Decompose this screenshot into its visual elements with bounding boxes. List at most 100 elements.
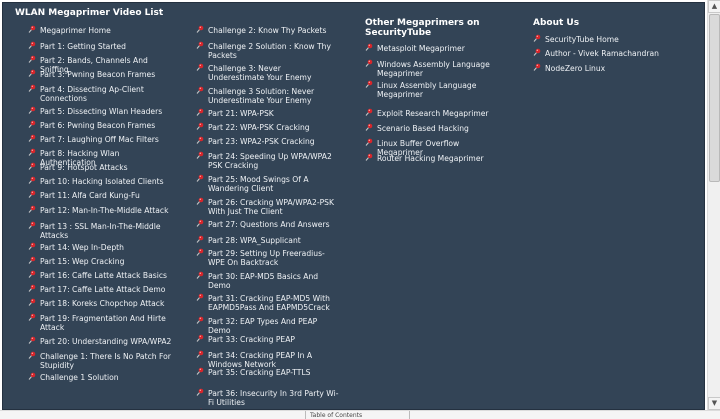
list-item[interactable]: Part 11: Alfa Card Kung-Fu — [28, 190, 173, 201]
list-item-link[interactable]: Part 33: Cracking PEAP — [208, 335, 295, 344]
list-item-link[interactable]: Part 26: Cracking WPA/WPA2-PSK With Just… — [208, 198, 334, 216]
list-item[interactable]: Part 24: Speeding Up WPA/WPA2 PSK Cracki… — [196, 151, 339, 170]
list-item[interactable]: Megaprimer Home — [28, 25, 173, 36]
list-item-link[interactable]: Challenge 2: Know Thy Packets — [208, 26, 326, 35]
list-item-link[interactable]: Challenge 2 Solution : Know Thy Packets — [208, 42, 331, 60]
list-item[interactable]: Part 3: Pwning Beacon Frames — [28, 69, 173, 80]
list-item[interactable]: Part 15: Wep Cracking — [28, 256, 173, 267]
list-item-link[interactable]: Part 11: Alfa Card Kung-Fu — [40, 191, 140, 200]
list-item[interactable]: Part 29: Setting Up Freeradius-WPE On Ba… — [196, 248, 339, 267]
list-item[interactable]: SecurityTube Home — [533, 34, 663, 45]
list-item-link[interactable]: Part 6: Pwning Beacon Frames — [40, 121, 155, 130]
list-item[interactable]: Challenge 1 Solution — [28, 372, 173, 383]
list-item[interactable]: Part 18: Koreks Chopchop Attack — [28, 298, 173, 309]
list-item-link[interactable]: Router Hacking Megaprimer — [377, 154, 484, 163]
list-item[interactable]: Part 14: Wep In-Depth — [28, 242, 173, 253]
list-item[interactable]: Part 27: Questions And Answers — [196, 219, 339, 230]
list-item[interactable]: Part 21: WPA-PSK — [196, 108, 339, 119]
list-item[interactable]: Challenge 2 Solution : Know Thy Packets — [196, 41, 339, 60]
list-item[interactable]: Part 34: Cracking PEAP In A Windows Netw… — [196, 350, 339, 369]
list-item[interactable]: Router Hacking Megaprimer — [365, 153, 493, 164]
list-item-link[interactable]: Part 29: Setting Up Freeradius-WPE On Ba… — [208, 249, 325, 267]
list-item-link[interactable]: Part 15: Wep Cracking — [40, 257, 124, 266]
list-item[interactable]: Part 31: Cracking EAP-MD5 With EAPMD5Pas… — [196, 293, 339, 312]
list-item[interactable]: Part 36: Insecurity In 3rd Party Wi-Fi U… — [196, 388, 339, 407]
list-item-link[interactable]: Part 17: Caffe Latte Attack Demo — [40, 285, 165, 294]
list-item[interactable]: Part 22: WPA-PSK Cracking — [196, 122, 339, 133]
list-item-link[interactable]: Part 13 : SSL Man-In-The-Middle Attacks — [40, 222, 161, 240]
list-item-link[interactable]: Linux Assembly Language Megaprimer — [377, 81, 476, 99]
list-item[interactable]: Part 9: Hotspot Attacks — [28, 162, 173, 173]
list-item[interactable]: Part 17: Caffe Latte Attack Demo — [28, 284, 173, 295]
list-item[interactable]: Part 1: Getting Started — [28, 41, 173, 52]
list-item[interactable]: Author - Vivek Ramachandran — [533, 48, 663, 59]
list-item[interactable]: Part 26: Cracking WPA/WPA2-PSK With Just… — [196, 197, 339, 216]
list-item[interactable]: Part 23: WPA2-PSK Cracking — [196, 136, 339, 147]
list-item[interactable]: Part 28: WPA_Supplicant — [196, 235, 339, 246]
list-item-link[interactable]: Challenge 3: Never Underestimate Your En… — [208, 64, 311, 82]
list-item-link[interactable]: Part 16: Caffe Latte Attack Basics — [40, 271, 167, 280]
list-item-link[interactable]: Megaprimer Home — [40, 26, 111, 35]
list-item-link[interactable]: Part 10: Hacking Isolated Clients — [40, 177, 164, 186]
list-item-link[interactable]: Challenge 1: There Is No Patch For Stupi… — [40, 352, 171, 370]
list-item[interactable]: Challenge 1: There Is No Patch For Stupi… — [28, 351, 173, 370]
list-item-link[interactable]: Part 7: Laughing Off Mac Filters — [40, 135, 159, 144]
list-item[interactable]: Part 12: Man-In-The-Middle Attack — [28, 205, 173, 216]
list-item-link[interactable]: SecurityTube Home — [545, 35, 619, 44]
list-item[interactable]: Metasploit Megaprimer — [365, 43, 493, 54]
list-item-link[interactable]: Part 24: Speeding Up WPA/WPA2 PSK Cracki… — [208, 152, 332, 170]
list-item-link[interactable]: Part 1: Getting Started — [40, 42, 126, 51]
list-item-link[interactable]: Metasploit Megaprimer — [377, 44, 465, 53]
list-item[interactable]: Part 10: Hacking Isolated Clients — [28, 176, 173, 187]
list-item[interactable]: Challenge 2: Know Thy Packets — [196, 25, 339, 36]
list-item[interactable]: Part 19: Fragmentation And Hirte Attack — [28, 313, 173, 332]
scrollbar-thumb[interactable] — [709, 14, 720, 182]
list-item[interactable]: Part 16: Caffe Latte Attack Basics — [28, 270, 173, 281]
list-item[interactable]: Part 33: Cracking PEAP — [196, 334, 339, 345]
list-item[interactable]: Part 7: Laughing Off Mac Filters — [28, 134, 173, 145]
list-item-link[interactable]: Part 18: Koreks Chopchop Attack — [40, 299, 164, 308]
list-item-link[interactable]: Part 35: Cracking EAP-TTLS — [208, 368, 311, 377]
list-item[interactable]: Part 30: EAP-MD5 Basics And Demo — [196, 271, 339, 290]
list-item-link[interactable]: Part 23: WPA2-PSK Cracking — [208, 137, 315, 146]
list-item-link[interactable]: Scenario Based Hacking — [377, 124, 469, 133]
list-item-link[interactable]: NodeZero Linux — [545, 64, 605, 73]
list-item[interactable]: Part 6: Pwning Beacon Frames — [28, 120, 173, 131]
list-item[interactable]: Linux Assembly Language Megaprimer — [365, 80, 493, 99]
list-item[interactable]: Exploit Research Megaprimer — [365, 108, 493, 119]
list-item-link[interactable]: Part 3: Pwning Beacon Frames — [40, 70, 155, 79]
list-item[interactable]: Windows Assembly Language Megaprimer — [365, 59, 493, 78]
list-item-link[interactable]: Part 28: WPA_Supplicant — [208, 236, 301, 245]
list-item-link[interactable]: Part 27: Questions And Answers — [208, 220, 330, 229]
list-item-link[interactable]: Part 31: Cracking EAP-MD5 With EAPMD5Pas… — [208, 294, 330, 312]
list-item[interactable]: Part 32: EAP Types And PEAP Demo — [196, 316, 339, 335]
list-item-link[interactable]: Part 32: EAP Types And PEAP Demo — [208, 317, 317, 335]
list-item-link[interactable]: Author - Vivek Ramachandran — [545, 49, 659, 58]
list-item-link[interactable]: Part 5: Dissecting Wlan Headers — [40, 107, 162, 116]
list-item-link[interactable]: Part 25: Mood Swings Of A Wandering Clie… — [208, 175, 309, 193]
list-item-link[interactable]: Part 14: Wep In-Depth — [40, 243, 124, 252]
scroll-down-arrow-icon[interactable]: ▼ — [708, 397, 720, 410]
list-item-link[interactable]: Part 30: EAP-MD5 Basics And Demo — [208, 272, 318, 290]
list-item-link[interactable]: Challenge 3 Solution: Never Underestimat… — [208, 87, 314, 105]
list-item[interactable]: NodeZero Linux — [533, 63, 663, 74]
table-of-contents-tab[interactable]: Table of Contents — [305, 411, 410, 419]
list-item-link[interactable]: Part 19: Fragmentation And Hirte Attack — [40, 314, 166, 332]
vertical-scrollbar[interactable]: ▲ ▼ — [707, 0, 720, 410]
list-item-link[interactable]: Part 9: Hotspot Attacks — [40, 163, 128, 172]
list-item-link[interactable]: Exploit Research Megaprimer — [377, 109, 489, 118]
list-item[interactable]: Part 25: Mood Swings Of A Wandering Clie… — [196, 174, 339, 193]
list-item[interactable]: Challenge 3: Never Underestimate Your En… — [196, 63, 339, 82]
list-item-link[interactable]: Part 34: Cracking PEAP In A Windows Netw… — [208, 351, 312, 369]
list-item-link[interactable]: Part 12: Man-In-The-Middle Attack — [40, 206, 169, 215]
list-item-link[interactable]: Windows Assembly Language Megaprimer — [377, 60, 490, 78]
list-item[interactable]: Part 4: Dissecting Ap-Client Connections — [28, 84, 173, 103]
list-item[interactable]: Part 13 : SSL Man-In-The-Middle Attacks — [28, 221, 173, 240]
list-item[interactable]: Part 5: Dissecting Wlan Headers — [28, 106, 173, 117]
list-item[interactable]: Challenge 3 Solution: Never Underestimat… — [196, 86, 339, 105]
list-item-link[interactable]: Part 22: WPA-PSK Cracking — [208, 123, 310, 132]
list-item-link[interactable]: Part 4: Dissecting Ap-Client Connections — [40, 85, 144, 103]
list-item[interactable]: Part 20: Understanding WPA/WPA2 — [28, 336, 173, 347]
list-item-link[interactable]: Part 21: WPA-PSK — [208, 109, 274, 118]
list-item[interactable]: Scenario Based Hacking — [365, 123, 493, 134]
